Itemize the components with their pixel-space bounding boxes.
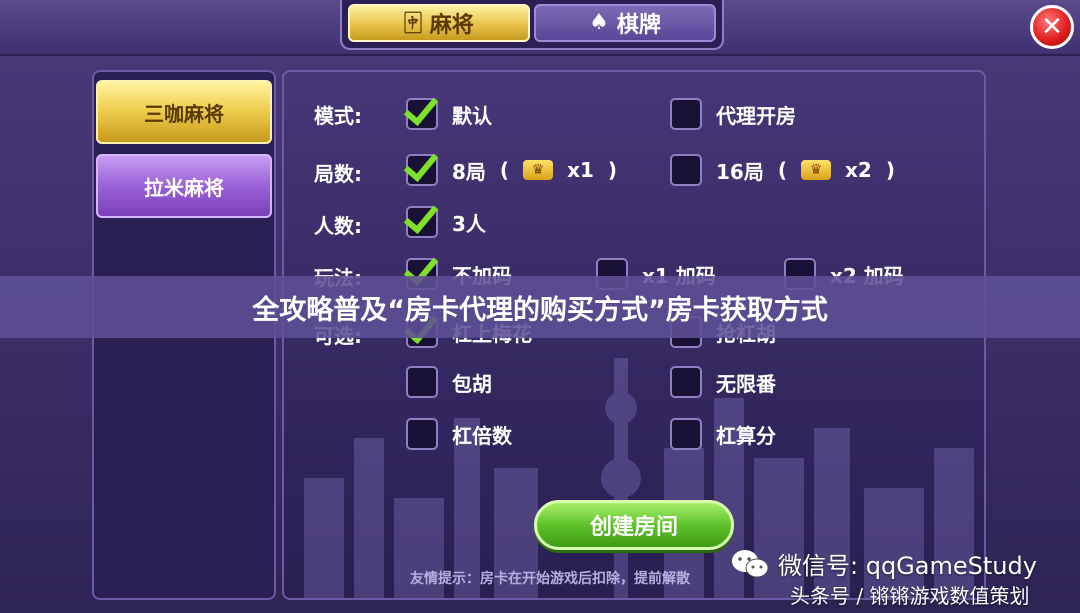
checkbox[interactable] bbox=[670, 98, 702, 130]
sidebar-item-sanka-mahjong[interactable]: 三咖麻将 bbox=[96, 80, 272, 144]
close-button[interactable]: ✕ bbox=[1030, 5, 1074, 49]
checkbox[interactable] bbox=[406, 418, 438, 450]
tab-bar: 🀄︎ 麻将 ♠ 棋牌 bbox=[340, 0, 724, 50]
option-gang-multiplier[interactable]: 杠倍数 bbox=[406, 418, 512, 450]
checkbox[interactable] bbox=[670, 154, 702, 186]
option-label: 代理开房 bbox=[716, 103, 796, 128]
checkbox-checked[interactable] bbox=[406, 154, 438, 186]
mode-label: 模式: bbox=[314, 104, 362, 128]
checkbox-checked[interactable] bbox=[406, 206, 438, 238]
option-rounds-8[interactable]: 8局 ( ♛ x1 ) bbox=[406, 154, 617, 186]
wechat-watermark: 微信号: qqGameStudy bbox=[730, 546, 1037, 581]
crown-icon: ♛ bbox=[800, 160, 831, 180]
option-label: 16局 bbox=[716, 159, 764, 184]
option-rounds-16[interactable]: 16局 ( ♛ x2 ) bbox=[670, 154, 895, 186]
option-label: 包胡 bbox=[452, 371, 492, 396]
title-banner: 全攻略普及“房卡代理的购买方式”房卡获取方式 bbox=[0, 276, 1080, 338]
option-label: 无限番 bbox=[716, 371, 776, 396]
tab-mahjong-label: 麻将 bbox=[429, 13, 474, 38]
create-room-button[interactable]: 创建房间 bbox=[534, 500, 734, 550]
checkbox-checked[interactable] bbox=[406, 98, 438, 130]
sidebar-item-rummy-mahjong[interactable]: 拉米麻将 bbox=[96, 154, 272, 218]
paren-close: ) bbox=[607, 158, 618, 182]
paren-open: ( bbox=[777, 158, 787, 182]
option-mode-agent[interactable]: 代理开房 bbox=[670, 98, 796, 130]
option-gang-score[interactable]: 杠算分 bbox=[670, 418, 776, 450]
playing-cards-icon: ♠ bbox=[589, 10, 609, 35]
friendly-tip: 友情提示：房卡在开始游戏后扣除，提前解散 bbox=[410, 571, 690, 587]
checkbox[interactable] bbox=[406, 366, 438, 398]
mahjong-tile-icon: 🀄︎ bbox=[404, 10, 422, 35]
option-label: 3人 bbox=[452, 211, 486, 236]
close-icon: ✕ bbox=[1041, 12, 1063, 42]
option-mode-default[interactable]: 默认 bbox=[406, 98, 492, 130]
tab-chess-cards-label: 棋牌 bbox=[616, 13, 661, 38]
option-cost: x2 bbox=[844, 158, 872, 182]
option-label: 8局 bbox=[452, 159, 486, 184]
option-label: 杠算分 bbox=[716, 423, 776, 448]
rounds-label: 局数: bbox=[314, 162, 362, 186]
tab-chess-cards[interactable]: ♠ 棋牌 bbox=[534, 4, 716, 42]
option-bao-hu[interactable]: 包胡 bbox=[406, 366, 492, 398]
crown-icon: ♛ bbox=[523, 160, 554, 180]
option-cost: x1 bbox=[567, 158, 594, 182]
checkbox[interactable] bbox=[670, 366, 702, 398]
option-label: 默认 bbox=[452, 103, 492, 128]
toutiao-watermark: 头条号 / 锵锵游戏数值策划 bbox=[790, 584, 1030, 608]
paren-close: ) bbox=[885, 158, 895, 182]
players-label: 人数: bbox=[314, 214, 362, 238]
paren-open: ( bbox=[499, 158, 510, 182]
checkbox[interactable] bbox=[670, 418, 702, 450]
wechat-id: 微信号: qqGameStudy bbox=[778, 552, 1037, 580]
option-label: 杠倍数 bbox=[452, 423, 512, 448]
wechat-icon bbox=[732, 549, 769, 577]
option-players-3[interactable]: 3人 bbox=[406, 206, 486, 238]
tab-mahjong[interactable]: 🀄︎ 麻将 bbox=[348, 4, 530, 42]
option-unlimited-fan[interactable]: 无限番 bbox=[670, 366, 776, 398]
